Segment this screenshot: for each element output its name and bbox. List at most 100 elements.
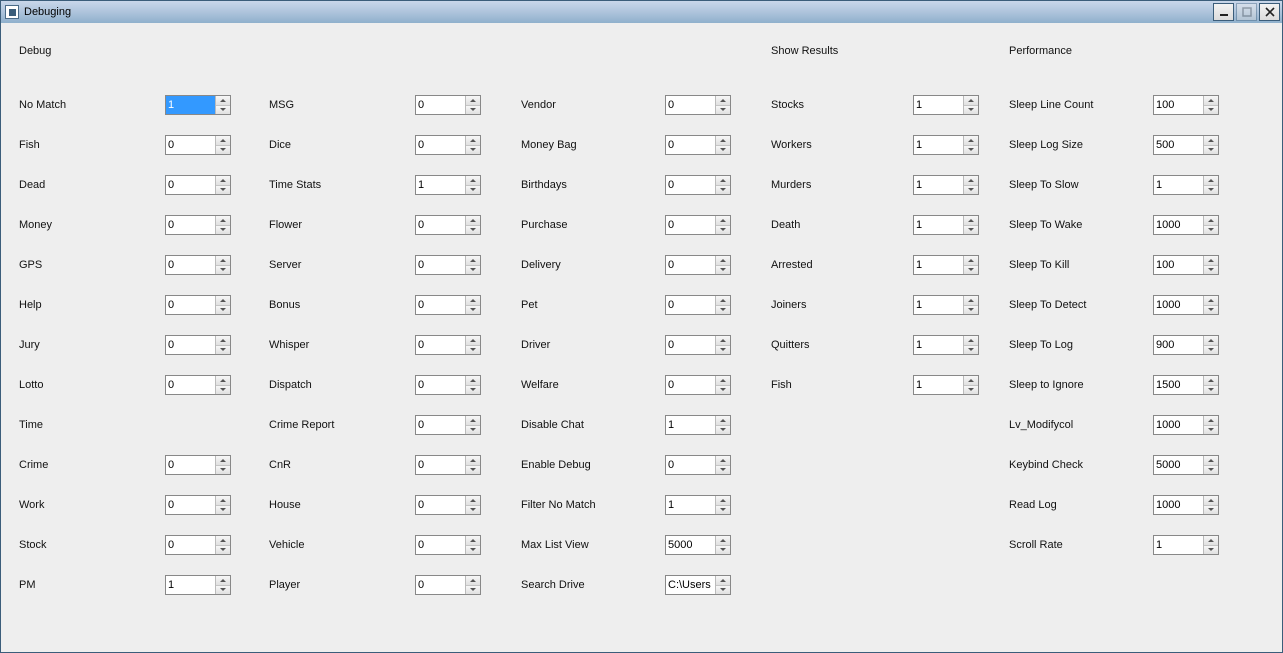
disable-chat-step-down[interactable] xyxy=(716,426,730,435)
sleep-to-slow-step-up[interactable] xyxy=(1204,176,1218,186)
whisper-input[interactable] xyxy=(416,336,465,354)
bonus-step-down[interactable] xyxy=(466,306,480,315)
close-button[interactable] xyxy=(1259,3,1280,21)
crime-report-spinner[interactable] xyxy=(415,415,481,435)
bonus-input[interactable] xyxy=(416,296,465,314)
enable-debug-step-up[interactable] xyxy=(716,456,730,466)
disable-chat-spinner[interactable] xyxy=(665,415,731,435)
pm-spinner[interactable] xyxy=(165,575,231,595)
death-step-down[interactable] xyxy=(964,226,978,235)
joiners-spinner[interactable] xyxy=(913,295,979,315)
vehicle-input[interactable] xyxy=(416,536,465,554)
no-match-spinner[interactable] xyxy=(165,95,231,115)
sleep-line-count-step-down[interactable] xyxy=(1204,106,1218,115)
max-list-view-spinner[interactable] xyxy=(665,535,731,555)
whisper-step-down[interactable] xyxy=(466,346,480,355)
workers-step-up[interactable] xyxy=(964,136,978,146)
msg-spinner[interactable] xyxy=(415,95,481,115)
sleep-to-kill-step-down[interactable] xyxy=(1204,266,1218,275)
server-step-down[interactable] xyxy=(466,266,480,275)
lv-modifycol-step-down[interactable] xyxy=(1204,426,1218,435)
minimize-button[interactable] xyxy=(1213,3,1234,21)
filter-no-match-step-up[interactable] xyxy=(716,496,730,506)
sleep-to-detect-step-up[interactable] xyxy=(1204,296,1218,306)
lotto-step-up[interactable] xyxy=(216,376,230,386)
sleep-log-size-spinner[interactable] xyxy=(1153,135,1219,155)
purchase-step-up[interactable] xyxy=(716,216,730,226)
sleep-line-count-step-up[interactable] xyxy=(1204,96,1218,106)
cnr-input[interactable] xyxy=(416,456,465,474)
sr-fish-step-down[interactable] xyxy=(964,386,978,395)
pm-step-up[interactable] xyxy=(216,576,230,586)
workers-step-down[interactable] xyxy=(964,146,978,155)
death-spinner[interactable] xyxy=(913,215,979,235)
workers-input[interactable] xyxy=(914,136,963,154)
money-bag-spinner[interactable] xyxy=(665,135,731,155)
whisper-step-up[interactable] xyxy=(466,336,480,346)
sleep-to-slow-spinner[interactable] xyxy=(1153,175,1219,195)
read-log-input[interactable] xyxy=(1154,496,1203,514)
birthdays-step-down[interactable] xyxy=(716,186,730,195)
joiners-step-up[interactable] xyxy=(964,296,978,306)
sleep-line-count-spinner[interactable] xyxy=(1153,95,1219,115)
sleep-to-kill-spinner[interactable] xyxy=(1153,255,1219,275)
birthdays-spinner[interactable] xyxy=(665,175,731,195)
lotto-step-down[interactable] xyxy=(216,386,230,395)
lv-modifycol-input[interactable] xyxy=(1154,416,1203,434)
arrested-step-down[interactable] xyxy=(964,266,978,275)
titlebar[interactable]: Debuging xyxy=(1,1,1282,23)
birthdays-step-up[interactable] xyxy=(716,176,730,186)
welfare-spinner[interactable] xyxy=(665,375,731,395)
crime-spinner[interactable] xyxy=(165,455,231,475)
purchase-input[interactable] xyxy=(666,216,715,234)
house-spinner[interactable] xyxy=(415,495,481,515)
sleep-to-wake-spinner[interactable] xyxy=(1153,215,1219,235)
keybind-check-step-up[interactable] xyxy=(1204,456,1218,466)
vehicle-step-up[interactable] xyxy=(466,536,480,546)
vendor-input[interactable] xyxy=(666,96,715,114)
sleep-to-log-spinner[interactable] xyxy=(1153,335,1219,355)
sleep-to-wake-input[interactable] xyxy=(1154,216,1203,234)
enable-debug-spinner[interactable] xyxy=(665,455,731,475)
stock-spinner[interactable] xyxy=(165,535,231,555)
server-input[interactable] xyxy=(416,256,465,274)
arrested-step-up[interactable] xyxy=(964,256,978,266)
help-step-down[interactable] xyxy=(216,306,230,315)
pet-input[interactable] xyxy=(666,296,715,314)
sleep-to-detect-step-down[interactable] xyxy=(1204,306,1218,315)
crime-step-up[interactable] xyxy=(216,456,230,466)
gps-step-up[interactable] xyxy=(216,256,230,266)
disable-chat-input[interactable] xyxy=(666,416,715,434)
dispatch-step-down[interactable] xyxy=(466,386,480,395)
quitters-spinner[interactable] xyxy=(913,335,979,355)
money-input[interactable] xyxy=(166,216,215,234)
cnr-step-up[interactable] xyxy=(466,456,480,466)
sleep-to-ignore-input[interactable] xyxy=(1154,376,1203,394)
help-input[interactable] xyxy=(166,296,215,314)
scroll-rate-input[interactable] xyxy=(1154,536,1203,554)
dice-step-down[interactable] xyxy=(466,146,480,155)
msg-step-up[interactable] xyxy=(466,96,480,106)
scroll-rate-step-up[interactable] xyxy=(1204,536,1218,546)
jury-step-down[interactable] xyxy=(216,346,230,355)
no-match-step-up[interactable] xyxy=(216,96,230,106)
flower-step-up[interactable] xyxy=(466,216,480,226)
dispatch-spinner[interactable] xyxy=(415,375,481,395)
search-drive-spinner[interactable] xyxy=(665,575,731,595)
sleep-to-detect-spinner[interactable] xyxy=(1153,295,1219,315)
sleep-to-ignore-step-down[interactable] xyxy=(1204,386,1218,395)
dead-input[interactable] xyxy=(166,176,215,194)
time-stats-input[interactable] xyxy=(416,176,465,194)
quitters-step-down[interactable] xyxy=(964,346,978,355)
work-step-down[interactable] xyxy=(216,506,230,515)
flower-input[interactable] xyxy=(416,216,465,234)
stocks-step-up[interactable] xyxy=(964,96,978,106)
sleep-log-size-step-down[interactable] xyxy=(1204,146,1218,155)
search-drive-input[interactable] xyxy=(666,576,715,594)
sleep-to-log-step-up[interactable] xyxy=(1204,336,1218,346)
read-log-spinner[interactable] xyxy=(1153,495,1219,515)
server-spinner[interactable] xyxy=(415,255,481,275)
search-drive-step-down[interactable] xyxy=(716,586,730,595)
sleep-line-count-input[interactable] xyxy=(1154,96,1203,114)
purchase-spinner[interactable] xyxy=(665,215,731,235)
